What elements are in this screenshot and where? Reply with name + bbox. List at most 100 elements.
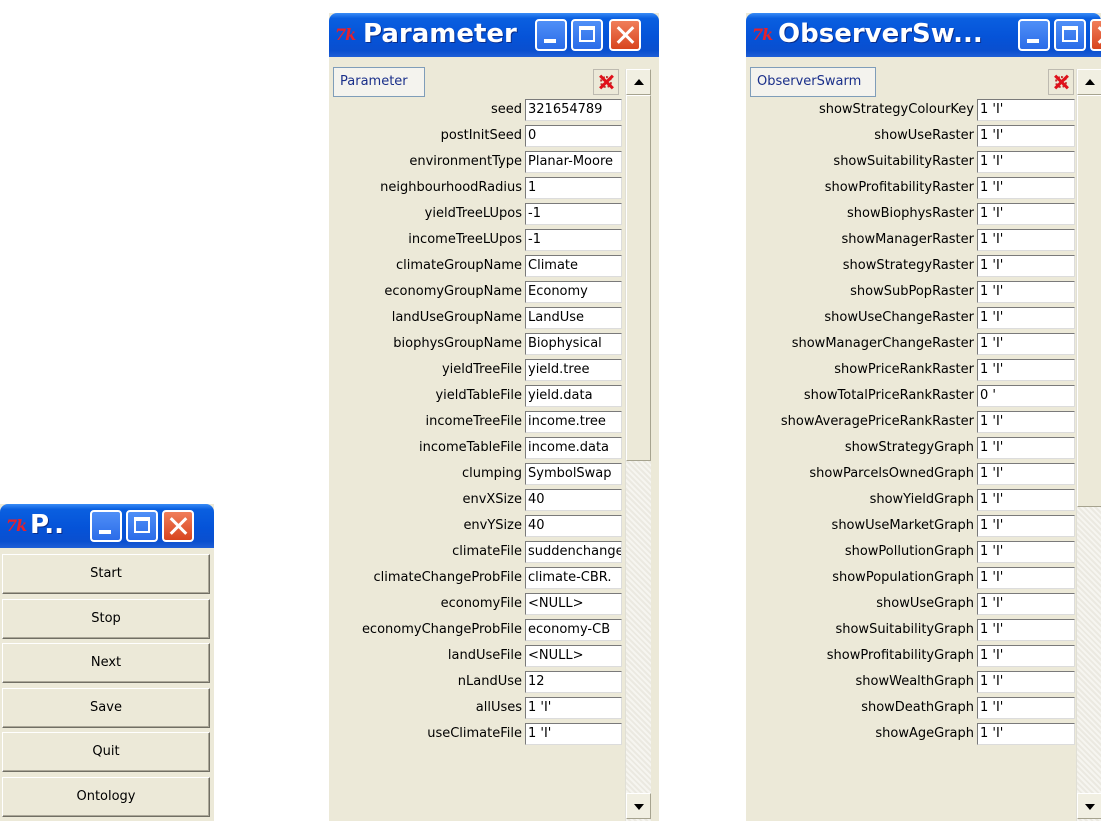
control-panel-titlebar[interactable]: 7k P.. xyxy=(0,504,214,548)
scroll-up-arrow-icon[interactable] xyxy=(626,69,651,95)
scroll-down-arrow-icon[interactable] xyxy=(1077,793,1101,819)
field-row: showManagerRaster 1 'I' xyxy=(746,227,1076,253)
field-value-input[interactable]: Biophysical xyxy=(525,333,622,355)
field-value-input[interactable]: 1 'I' xyxy=(977,593,1075,615)
field-value-input[interactable]: 1 'I' xyxy=(977,281,1075,303)
probe-drop-icon[interactable] xyxy=(1048,69,1074,95)
parameter-scrollbar[interactable] xyxy=(625,69,651,821)
field-value-input[interactable]: <NULL> xyxy=(525,593,622,615)
control-button[interactable]: Start xyxy=(2,554,210,594)
scroll-up-arrow-icon[interactable] xyxy=(1077,69,1101,95)
field-row: showAveragePriceRankRaster 1 'I' xyxy=(746,409,1076,435)
field-row: showProfitabilityRaster 1 'I' xyxy=(746,175,1076,201)
close-button[interactable] xyxy=(162,510,194,542)
observer-scrollbar[interactable] xyxy=(1076,69,1101,821)
field-value-input[interactable]: 1 'I' xyxy=(977,697,1075,719)
field-value-input[interactable]: 1 'I' xyxy=(977,307,1075,329)
field-value-input[interactable]: 321654789 xyxy=(525,99,622,121)
field-value-input[interactable]: Economy xyxy=(525,281,622,303)
probe-drop-icon[interactable] xyxy=(593,69,619,95)
field-value-input[interactable]: 1 'I' xyxy=(977,177,1075,199)
control-button[interactable]: Next xyxy=(2,643,210,683)
parameter-titlebar[interactable]: 7k Parameter xyxy=(329,13,659,57)
scroll-down-arrow-icon[interactable] xyxy=(626,793,651,819)
minimize-button[interactable] xyxy=(1018,19,1050,51)
field-value-input[interactable]: 1 'I' xyxy=(977,255,1075,277)
field-value-input[interactable]: <NULL> xyxy=(525,645,622,667)
control-button[interactable]: Ontology xyxy=(2,776,210,817)
close-button[interactable] xyxy=(1090,19,1101,51)
field-value-input[interactable]: 40 xyxy=(525,489,622,511)
field-value-input[interactable]: 1 'I' xyxy=(977,723,1075,745)
field-value-input[interactable]: Planar-Moore xyxy=(525,151,622,173)
field-row: incomeTreeFile income.tree xyxy=(329,409,625,435)
field-value-input[interactable]: 40 xyxy=(525,515,622,537)
control-button[interactable]: Stop xyxy=(2,598,210,639)
field-row: showStrategyColourKey 1 'I' xyxy=(746,97,1076,123)
field-value-input[interactable]: income.tree xyxy=(525,411,622,433)
field-value-input[interactable]: 1 'I' xyxy=(977,125,1075,147)
maximize-button[interactable] xyxy=(571,19,603,51)
observer-titlebar[interactable]: 7k ObserverSw... xyxy=(746,13,1101,57)
field-value-input[interactable]: SymbolSwap xyxy=(525,463,622,485)
minimize-button[interactable] xyxy=(535,19,567,51)
field-value-input[interactable]: Climate xyxy=(525,255,622,277)
field-value-input[interactable]: -1 xyxy=(525,229,622,251)
field-label: climateGroupName xyxy=(395,258,522,273)
field-value-input[interactable]: 1 'I' xyxy=(977,333,1075,355)
field-value-input[interactable]: 1 'I' xyxy=(977,463,1075,485)
field-value-input[interactable]: income.data xyxy=(525,437,622,459)
field-value-input[interactable]: 1 'I' xyxy=(977,203,1075,225)
field-value-input[interactable]: 12 xyxy=(525,671,622,693)
field-label: yieldTreeFile xyxy=(441,362,522,377)
observer-header-button[interactable]: ObserverSwarm xyxy=(750,67,876,97)
scrollbar-thumb[interactable] xyxy=(626,95,651,461)
close-icon xyxy=(611,21,639,49)
field-value-input[interactable]: yield.tree xyxy=(525,359,622,381)
field-value-input[interactable]: 1 'I' xyxy=(977,671,1075,693)
field-row: useClimateFile 1 'I' xyxy=(329,721,625,747)
field-value-input[interactable]: 1 'I' xyxy=(977,645,1075,667)
field-value-input[interactable]: LandUse xyxy=(525,307,622,329)
field-row: biophysGroupName Biophysical xyxy=(329,331,625,357)
field-value-input[interactable]: suddenchange xyxy=(525,541,622,563)
field-value-input[interactable]: 0 ' xyxy=(977,385,1075,407)
control-button[interactable]: Save xyxy=(2,687,210,728)
field-label: environmentType xyxy=(409,154,522,169)
field-label: showWealthGraph xyxy=(855,674,974,689)
field-label: showTotalPriceRankRaster xyxy=(803,388,974,403)
field-label: economyChangeProbFile xyxy=(361,622,522,637)
field-row: showYieldGraph 1 'I' xyxy=(746,487,1076,513)
field-value-input[interactable]: 1 'I' xyxy=(977,99,1075,121)
field-label: showDeathGraph xyxy=(861,700,974,715)
field-value-input[interactable]: 1 'I' xyxy=(977,541,1075,563)
control-button[interactable]: Quit xyxy=(2,732,210,772)
field-value-input[interactable]: 1 'I' xyxy=(977,619,1075,641)
field-row: climateGroupName Climate xyxy=(329,253,625,279)
field-value-input[interactable]: 1 'I' xyxy=(977,437,1075,459)
field-value-input[interactable]: 1 'I' xyxy=(525,697,622,719)
close-button[interactable] xyxy=(609,19,641,51)
parameter-header-button[interactable]: Parameter xyxy=(333,67,425,97)
field-row: yieldTreeLUpos -1 xyxy=(329,201,625,227)
field-value-input[interactable]: 1 'I' xyxy=(977,567,1075,589)
field-value-input[interactable]: 1 xyxy=(525,177,622,199)
field-value-input[interactable]: -1 xyxy=(525,203,622,225)
field-value-input[interactable]: 1 'I' xyxy=(977,151,1075,173)
field-row: clumping SymbolSwap xyxy=(329,461,625,487)
scrollbar-thumb[interactable] xyxy=(1077,95,1101,507)
field-value-input[interactable]: climate-CBR. xyxy=(525,567,622,589)
field-value-input[interactable]: 1 'I' xyxy=(977,489,1075,511)
field-row: landUseFile <NULL> xyxy=(329,643,625,669)
minimize-button[interactable] xyxy=(90,510,122,542)
maximize-button[interactable] xyxy=(126,510,158,542)
field-value-input[interactable]: 1 'I' xyxy=(525,723,622,745)
maximize-button[interactable] xyxy=(1054,19,1086,51)
field-value-input[interactable]: 1 'I' xyxy=(977,515,1075,537)
field-value-input[interactable]: 1 'I' xyxy=(977,411,1075,433)
field-value-input[interactable]: 1 'I' xyxy=(977,229,1075,251)
field-value-input[interactable]: 1 'I' xyxy=(977,359,1075,381)
field-value-input[interactable]: economy-CB xyxy=(525,619,622,641)
field-value-input[interactable]: yield.data xyxy=(525,385,622,407)
field-value-input[interactable]: 0 xyxy=(525,125,622,147)
